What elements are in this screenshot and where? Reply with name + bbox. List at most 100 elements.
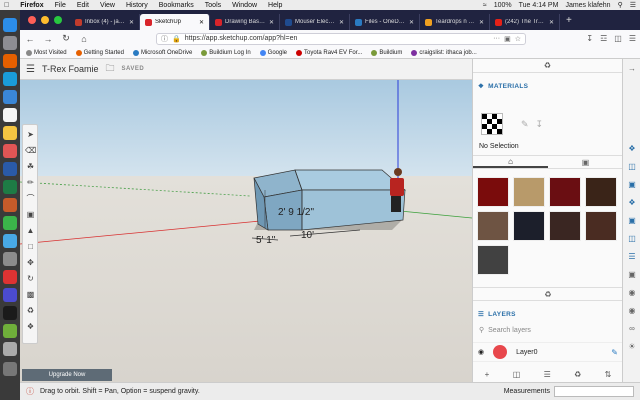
materials-recycle-icon[interactable]: ♻ [544,290,551,299]
close-tab-icon[interactable]: ✕ [479,19,484,26]
tape-measure-tool-icon[interactable]: ♻ [25,305,36,316]
display-icon[interactable]: ▣ [626,269,638,281]
sketchup-menu-icon[interactable]: ☰ [26,64,35,75]
mail-icon[interactable] [3,90,17,104]
download-icon[interactable]: ↧ [586,34,593,43]
rotate-tool-icon[interactable]: ↻ [25,273,36,284]
bookmark-item[interactable]: Getting Started [75,49,124,56]
material-swatch[interactable] [477,245,509,275]
menu-tools[interactable]: Tools [205,2,221,9]
push-pull-tool-icon[interactable]: ▲ [25,225,36,236]
app-icon[interactable] [3,288,17,302]
finder-icon[interactable] [3,18,17,32]
material-swatch[interactable] [585,177,617,207]
instructor-icon[interactable]: ◉ [626,305,638,317]
bookmark-item[interactable]: craigslist: ithaca job... [411,49,477,56]
address-bar[interactable]: ⓘ 🔒 https://app.sketchup.com/app?hl=en ·… [156,32,526,45]
eraser-tool-icon[interactable]: ⌫ [25,145,36,156]
layer-color-swatch[interactable] [493,345,508,359]
styles-icon[interactable]: ▣ [626,215,638,227]
add-layer-icon[interactable]: + [485,370,490,379]
menu-list-icon[interactable]: ☰ [630,1,636,9]
zoom-window-button[interactable] [54,16,62,24]
browser-tab[interactable]: Files - OneDrive ✕ [350,14,420,30]
page-actions-icon[interactable]: ··· [493,35,500,42]
arc-tool-icon[interactable]: ⌒ [25,193,36,204]
import-material-icon[interactable]: ↧ [536,119,544,130]
outliner-icon[interactable]: ◫ [626,161,638,173]
layer-name[interactable]: Layer0 [516,349,537,356]
close-tab-icon[interactable]: ✕ [199,19,204,26]
close-tab-icon[interactable]: ✕ [409,19,414,26]
search-icon[interactable]: ⚲ [618,1,623,9]
home-icon[interactable]: ⌂ [78,34,90,44]
downloads-icon[interactable] [3,342,17,356]
reload-icon[interactable]: ↻ [60,33,72,44]
photos-icon[interactable] [3,144,17,158]
material-swatch[interactable] [477,211,509,241]
glasses-icon[interactable]: ∞ [626,323,638,335]
firefox-icon[interactable] [3,54,17,68]
menu-firefox[interactable]: Firefox [20,2,43,9]
measurements-input[interactable] [554,386,634,397]
status-help-icon[interactable]: ⓘ [26,386,34,397]
browser-tab[interactable]: Inbox (4) - james ✕ [70,14,140,30]
close-tab-icon[interactable]: ✕ [549,19,554,26]
menu-file[interactable]: File [55,2,66,9]
layer-sort-icon[interactable]: ⇅ [605,370,612,379]
materials-panel-icon[interactable]: ❖ [626,197,638,209]
bookmark-star-icon[interactable]: ☆ [515,35,521,43]
edit-material-icon[interactable]: ✎ [521,119,529,130]
materials-header[interactable]: ❖ MATERIALS [473,79,622,93]
paint-bucket-tool-icon[interactable]: ☘ [25,161,36,172]
recycle-icon[interactable]: ♻ [544,61,551,70]
terminal-icon[interactable] [3,306,17,320]
bookmark-item[interactable]: Buildium [371,49,402,56]
rectangle-tool-icon[interactable]: ▣ [25,209,36,220]
bookmark-item[interactable]: Microsoft OneDrive [132,49,192,56]
menu-history[interactable]: History [126,2,148,9]
layer-recycle-icon[interactable]: ♻ [574,370,581,379]
material-swatch[interactable] [549,211,581,241]
material-swatch[interactable] [513,177,545,207]
notes-icon[interactable] [3,126,17,140]
menu-window[interactable]: Window [232,2,257,9]
edit-layer-icon[interactable]: ✎ [611,348,618,357]
close-window-button[interactable] [28,16,36,24]
layer-row[interactable]: ◉ Layer0 ✎ [473,342,623,362]
excel-icon[interactable] [3,180,17,194]
close-tab-icon[interactable]: ✕ [339,19,344,26]
wifi-icon[interactable]: ≈ [483,2,487,9]
close-tab-icon[interactable]: ✕ [269,19,274,26]
music-icon[interactable] [3,270,17,284]
sidebar-toggle-icon[interactable]: ◫ [614,34,622,43]
browser-tab[interactable]: Teardrops n Tiny ✕ [420,14,490,30]
powerpoint-icon[interactable] [3,198,17,212]
messages-icon[interactable] [3,216,17,230]
menu-edit[interactable]: Edit [77,2,89,9]
material-swatch[interactable] [585,211,617,241]
solar-icon[interactable]: ☀ [626,341,638,353]
bookmark-item[interactable]: Google [259,49,287,56]
new-tab-button[interactable]: + [560,15,578,26]
hamburger-menu-icon[interactable]: ☰ [629,34,636,43]
scale-tool-icon[interactable]: ▩ [25,289,36,300]
browser-tab[interactable]: Drawing Basic S ✕ [210,14,280,30]
views-icon[interactable]: ◉ [626,287,638,299]
menu-bookmarks[interactable]: Bookmarks [159,2,194,9]
folder-icon[interactable]: 🗀 [105,61,114,77]
minimize-window-button[interactable] [41,16,49,24]
close-tab-icon[interactable]: ✕ [129,19,134,26]
menu-view[interactable]: View [100,2,115,9]
offset-tool-icon[interactable]: □ [25,241,36,252]
components-icon[interactable]: ▣ [626,179,638,191]
line-tool-icon[interactable]: ✏ [25,177,36,188]
browser-tab[interactable]: Mouser Electron ✕ [280,14,350,30]
pocket-icon[interactable]: ▣ [504,35,511,43]
move-tool-icon[interactable]: ✥ [25,257,36,268]
launchpad-icon[interactable] [3,36,17,50]
info-icon[interactable]: ⓘ [161,34,168,44]
material-swatch[interactable] [477,177,509,207]
menu-help[interactable]: Help [268,2,282,9]
app2-icon[interactable] [3,324,17,338]
